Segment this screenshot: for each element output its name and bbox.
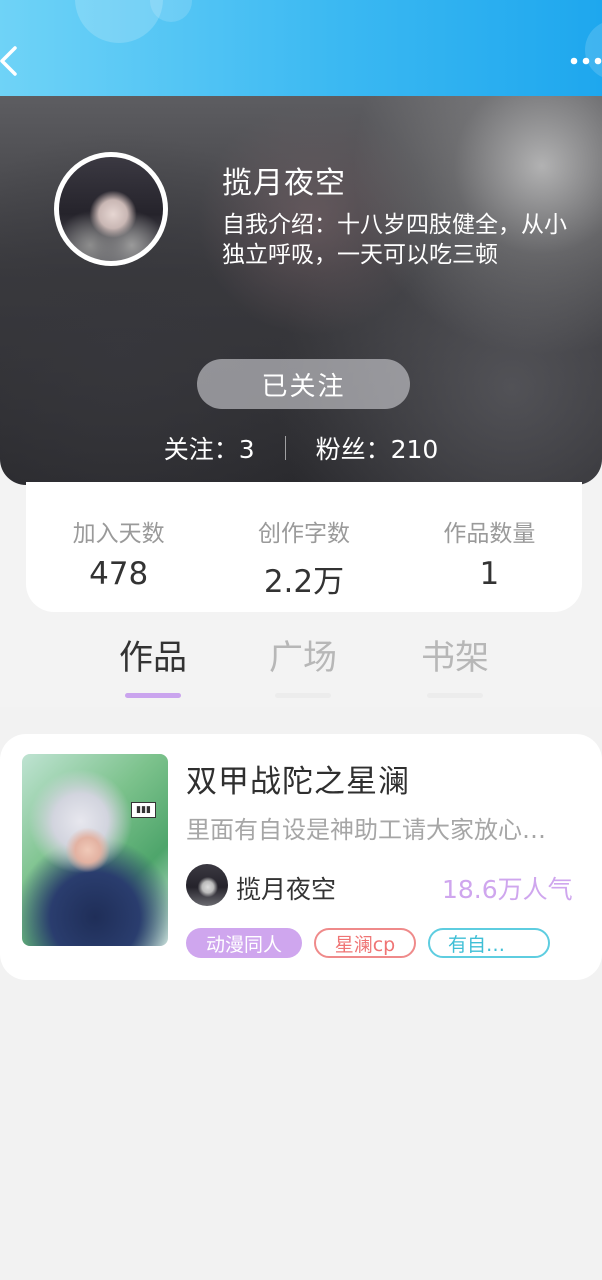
tag-list: 动漫同人 星澜cp 有自… (186, 928, 550, 958)
follow-stats: 关注：3 粉丝：210 (0, 428, 602, 468)
stat-value: 1 (479, 556, 500, 592)
followers-count[interactable]: 粉丝：210 (316, 430, 439, 466)
profile-bio: 自我介绍：十八岁四肢健全，从小独立呼吸，一天可以吃三顿 (222, 212, 567, 268)
top-bar (0, 0, 602, 100)
divider (284, 436, 286, 460)
stats-card: 加入天数 478 创作字数 2.2万 作品数量 1 (26, 482, 582, 612)
tag-anime-fanfic[interactable]: 动漫同人 (186, 928, 302, 958)
profile-header: 揽月夜空 自我介绍：十八岁四肢健全，从小独立呼吸，一天可以吃三顿 已关注 关注：… (0, 96, 602, 485)
tab-label: 广场 (269, 638, 337, 678)
following-count[interactable]: 关注：3 (164, 430, 255, 466)
book-description: 里面有自设是神助工请大家放心… (186, 816, 546, 844)
stat-works-count: 作品数量 1 (397, 482, 582, 612)
popularity-count: 18.6万人气 (442, 875, 573, 904)
tab-works[interactable]: 作品 (98, 630, 208, 698)
tab-label: 作品 (119, 638, 187, 678)
book-title[interactable]: 双甲战陀之星澜 (186, 756, 410, 801)
tag-cp[interactable]: 星澜cp (314, 928, 416, 958)
tab-label: 书架 (421, 638, 489, 678)
more-dots-icon (570, 57, 602, 65)
author-name[interactable]: 揽月夜空 (236, 870, 336, 906)
stat-word-count: 创作字数 2.2万 (211, 482, 396, 612)
stat-label: 加入天数 (72, 521, 165, 547)
follow-button[interactable]: 已关注 (197, 359, 410, 409)
tab-square[interactable]: 广场 (248, 630, 358, 698)
author-avatar[interactable] (186, 864, 228, 906)
tab-indicator (125, 693, 181, 698)
stat-label: 创作字数 (257, 521, 350, 547)
stat-value: 478 (89, 556, 149, 592)
stat-label: 作品数量 (443, 521, 536, 547)
back-button[interactable] (0, 42, 30, 82)
tab-indicator (275, 693, 331, 698)
stat-join-days: 加入天数 478 (26, 482, 211, 612)
stat-value: 2.2万 (263, 564, 345, 600)
avatar[interactable] (54, 152, 168, 266)
cover-sticker: ▮▮▮ (131, 802, 156, 818)
tab-bookshelf[interactable]: 书架 (400, 630, 510, 698)
chevron-left-icon (0, 46, 17, 76)
more-options-button[interactable] (568, 48, 602, 74)
work-card[interactable]: ▮▮▮ 双甲战陀之星澜 里面有自设是神助工请大家放心… 揽月夜空 18.6万人气… (0, 734, 602, 980)
book-cover[interactable]: ▮▮▮ (22, 754, 168, 946)
avatar-image (59, 157, 163, 261)
profile-name: 揽月夜空 (222, 166, 346, 201)
tab-bar: 作品 广场 书架 (0, 612, 602, 707)
tag-original-character[interactable]: 有自… (428, 928, 550, 958)
tab-indicator (427, 693, 483, 698)
